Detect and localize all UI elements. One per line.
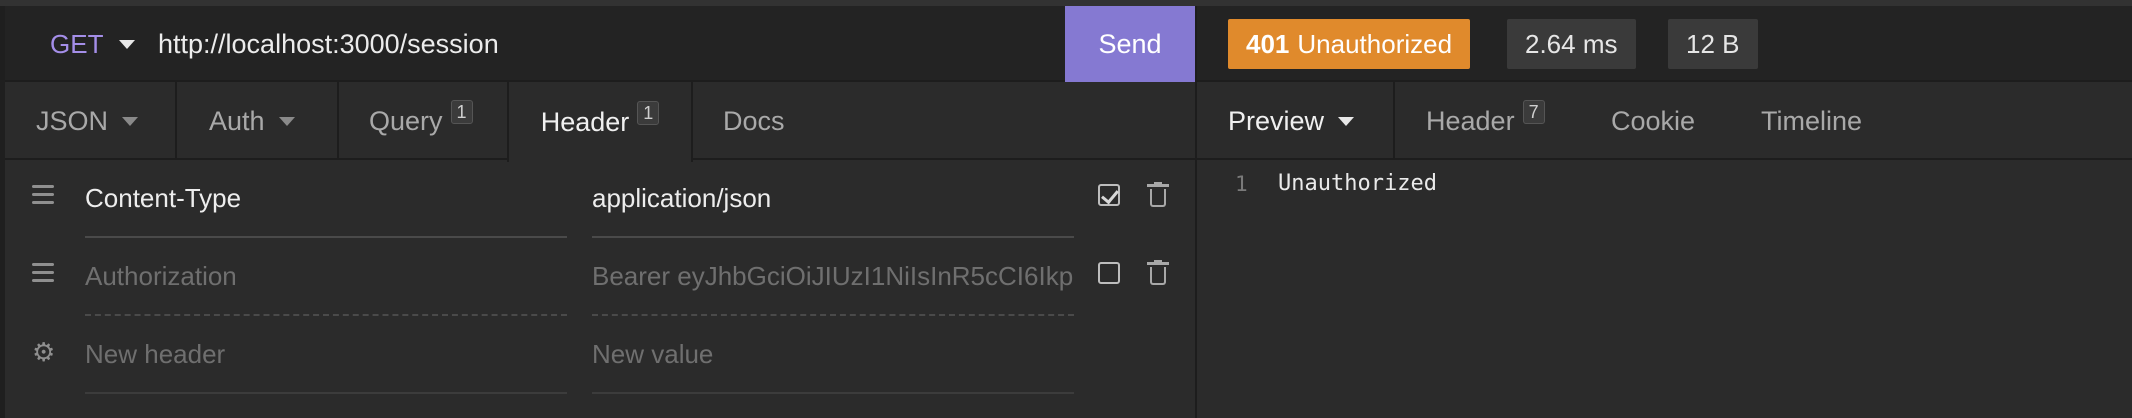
status-code: 401 xyxy=(1246,28,1290,59)
response-tabs: Preview Header 7 Cookie Timeline xyxy=(1197,82,2132,160)
tab-query-label: Query xyxy=(369,105,443,136)
drag-handle-icon[interactable] xyxy=(32,185,54,207)
header-enabled-checkbox[interactable] xyxy=(1098,262,1120,284)
new-header-name-input[interactable]: New header xyxy=(85,316,567,394)
header-value-field[interactable]: Bearer eyJhbGciOiJIUzI1NiIsInR5cCI6Ikp xyxy=(592,238,1074,316)
header-row: Content-Type application/json xyxy=(5,160,1195,238)
response-pane: 401 Unauthorized 2.64 ms 12 B Preview He… xyxy=(1197,6,2132,418)
header-enabled-checkbox[interactable] xyxy=(1098,184,1120,206)
tab-header-count: 1 xyxy=(637,101,660,125)
header-list: Content-Type application/json Authorizat… xyxy=(5,160,1195,418)
header-row: Authorization Bearer eyJhbGciOiJIUzI1NiI… xyxy=(5,238,1195,316)
tab-query-count: 1 xyxy=(450,100,473,124)
header-value-field[interactable]: application/json xyxy=(592,160,1074,238)
tab-header-label: Header xyxy=(540,106,630,137)
request-tabs: JSON Auth Query 1 Header 1 Docs xyxy=(5,82,1195,162)
tab-response-header[interactable]: Header 7 xyxy=(1426,82,1545,160)
tab-auth[interactable]: Auth xyxy=(209,82,295,160)
tab-docs-label: Docs xyxy=(723,105,785,136)
tab-cookie[interactable]: Cookie xyxy=(1611,82,1695,160)
response-status-bar: 401 Unauthorized 2.64 ms 12 B xyxy=(1197,6,2132,82)
response-time-badge: 2.64 ms xyxy=(1507,19,1636,69)
header-name-field[interactable]: Content-Type xyxy=(85,160,567,238)
tab-header[interactable]: Header 1 xyxy=(507,82,693,162)
response-size-badge: 12 B xyxy=(1668,19,1758,69)
tab-query[interactable]: Query 1 xyxy=(369,82,473,160)
tab-json-label: JSON xyxy=(36,105,109,136)
response-preview[interactable]: 1 Unauthorized xyxy=(1197,162,2132,418)
tab-cookie-label: Cookie xyxy=(1611,105,1696,136)
drag-handle-icon[interactable] xyxy=(32,263,54,285)
tab-timeline-label: Timeline xyxy=(1761,105,1863,136)
response-body-text: Unauthorized xyxy=(1278,171,1437,196)
chevron-down-icon xyxy=(1338,116,1355,126)
method-dropdown[interactable]: GET xyxy=(50,6,136,82)
tab-separator xyxy=(337,82,339,160)
url-bar: GET http://localhost:3000/session Send xyxy=(5,6,1195,82)
trash-icon[interactable] xyxy=(1147,182,1169,208)
chevron-down-icon xyxy=(119,39,136,49)
send-button[interactable]: Send xyxy=(1065,6,1195,82)
tab-docs[interactable]: Docs xyxy=(723,82,785,160)
tab-preview[interactable]: Preview xyxy=(1228,82,1355,160)
request-pane: GET http://localhost:3000/session Send J… xyxy=(0,6,1195,418)
tab-auth-label: Auth xyxy=(209,105,265,136)
tab-separator xyxy=(1393,82,1395,160)
tab-separator xyxy=(175,82,177,160)
tab-timeline[interactable]: Timeline xyxy=(1761,82,1862,160)
new-header-row: ⚙ New header New value xyxy=(5,316,1195,394)
header-name-field[interactable]: Authorization xyxy=(85,238,567,316)
line-number: 1 xyxy=(1235,172,1248,196)
method-label: GET xyxy=(50,28,104,59)
status-badge: 401 Unauthorized xyxy=(1228,19,1471,69)
chevron-down-icon xyxy=(122,116,139,126)
trash-icon[interactable] xyxy=(1147,260,1169,286)
tab-preview-label: Preview xyxy=(1228,105,1325,136)
tab-json[interactable]: JSON xyxy=(36,82,139,160)
url-input[interactable]: http://localhost:3000/session xyxy=(158,6,499,82)
gear-icon[interactable]: ⚙ xyxy=(32,339,56,365)
chevron-down-icon xyxy=(278,116,295,126)
tab-response-header-count: 7 xyxy=(1522,100,1545,124)
status-text: Unauthorized xyxy=(1297,28,1453,59)
app-window: GET http://localhost:3000/session Send J… xyxy=(0,0,2132,418)
new-header-value-input[interactable]: New value xyxy=(592,316,1074,394)
tab-response-header-label: Header xyxy=(1426,105,1515,136)
